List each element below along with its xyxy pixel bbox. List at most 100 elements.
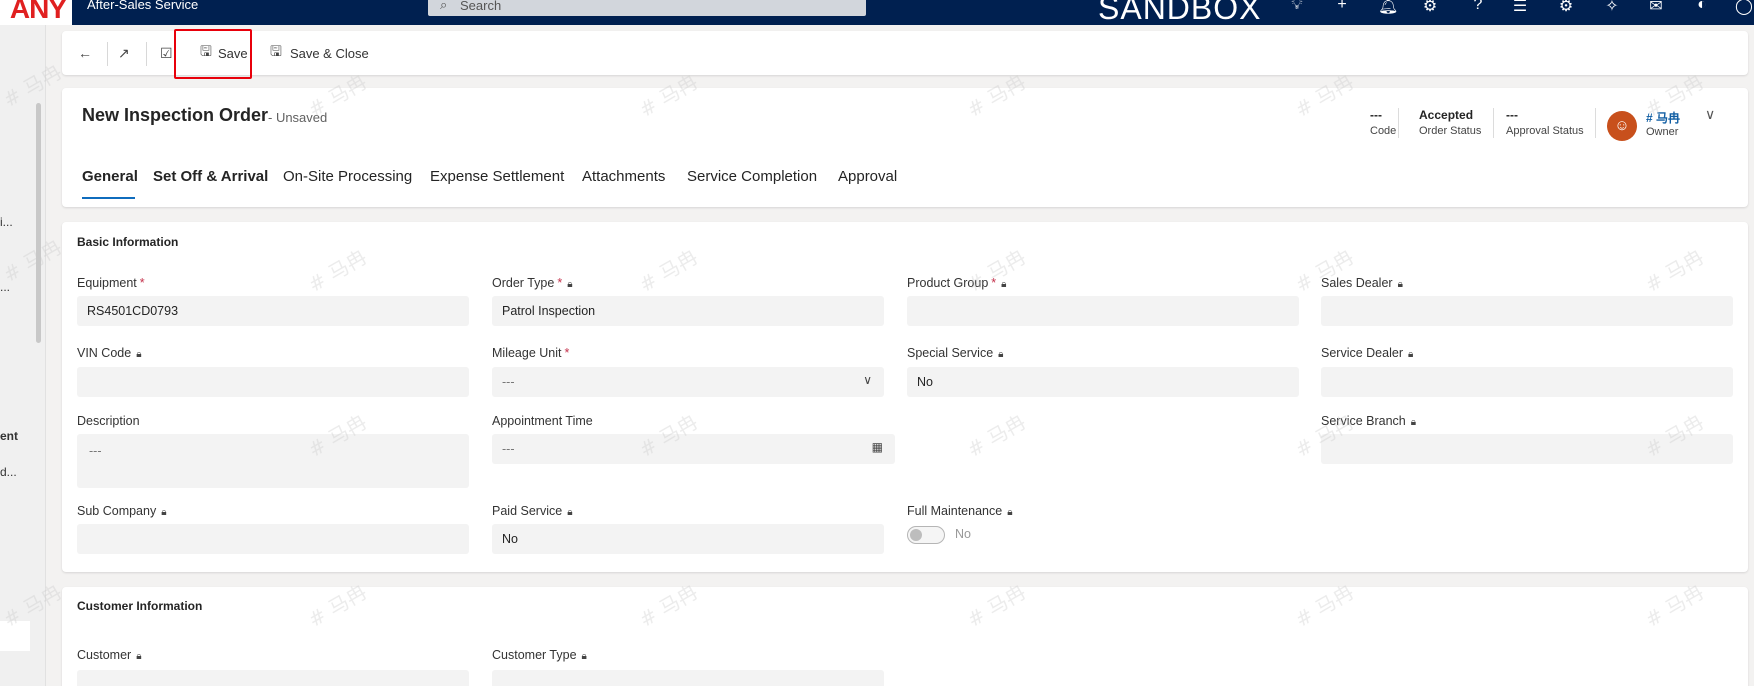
page-title: New Inspection Order bbox=[82, 105, 269, 125]
order-type-field[interactable]: Patrol Inspection bbox=[492, 296, 884, 326]
appointment-time-label: Appointment Time bbox=[492, 414, 593, 428]
equipment-field[interactable]: RS4501CD0793 bbox=[77, 296, 469, 326]
vin-code-label: VIN Code 🔒︎ bbox=[77, 346, 142, 360]
divider bbox=[107, 42, 108, 66]
user-icon[interactable]: ◯ bbox=[1734, 0, 1754, 16]
tab-on-site-processing[interactable]: On-Site Processing bbox=[283, 168, 412, 185]
approval-status-value: --- bbox=[1506, 108, 1518, 122]
plus-icon[interactable]: + bbox=[1332, 0, 1352, 14]
approval-status-label: Approval Status bbox=[1506, 125, 1584, 137]
owner-label: Owner bbox=[1646, 126, 1679, 138]
form-icon: ☑ bbox=[160, 44, 173, 61]
left-nav-item[interactable]: ent bbox=[0, 429, 18, 443]
divider bbox=[1493, 108, 1494, 138]
basic-information-section: Basic Information Equipment * RS4501CD079… bbox=[62, 222, 1748, 572]
puzzle-icon[interactable]: ✧ bbox=[1602, 0, 1622, 16]
chat-icon[interactable]: ✉ bbox=[1646, 0, 1666, 16]
lock-icon: 🔒︎ bbox=[1001, 279, 1007, 290]
service-dealer-field[interactable] bbox=[1321, 367, 1733, 397]
top-navigation-bar: ANY After-Sales Service ⌕ Search SANDBOX… bbox=[0, 0, 1754, 26]
tab-set-off-arrival[interactable]: Set Off & Arrival bbox=[153, 168, 268, 185]
divider bbox=[146, 42, 147, 66]
vin-code-field[interactable] bbox=[77, 367, 469, 397]
record-header: New Inspection Order - Unsaved --- Code … bbox=[62, 88, 1748, 207]
save-button[interactable]: 🖫︎ Save bbox=[200, 31, 248, 75]
full-maintenance-value: No bbox=[955, 527, 971, 541]
lock-icon: 🔒︎ bbox=[161, 507, 167, 518]
tab-attachments[interactable]: Attachments bbox=[582, 168, 665, 185]
product-group-field[interactable] bbox=[907, 296, 1299, 326]
left-navigation: i... ... ent d... bbox=[0, 25, 46, 686]
open-in-new-window-button[interactable]: ↗ bbox=[118, 31, 130, 75]
lock-icon: 🔒︎ bbox=[1410, 417, 1417, 428]
service-dealer-label: Service Dealer 🔒︎ bbox=[1321, 346, 1414, 360]
mileage-unit-select[interactable]: --- ∨ bbox=[492, 367, 884, 397]
clipboard-icon[interactable]: ☰ bbox=[1510, 0, 1530, 16]
lock-icon: 🔒︎ bbox=[998, 349, 1004, 360]
customer-type-field[interactable] bbox=[492, 670, 884, 686]
paid-service-field[interactable]: No bbox=[492, 524, 884, 554]
divider bbox=[1595, 108, 1596, 138]
header-order-status-field: Accepted Order Status bbox=[1419, 108, 1481, 137]
back-button[interactable]: ← bbox=[78, 31, 92, 75]
sub-company-field[interactable] bbox=[77, 524, 469, 554]
active-tab-indicator bbox=[82, 197, 135, 199]
open-window-icon: ↗ bbox=[118, 44, 130, 61]
header-approval-status-field: --- Approval Status bbox=[1506, 108, 1584, 137]
lock-icon: 🔒︎ bbox=[1397, 279, 1403, 290]
app-title[interactable]: After-Sales Service bbox=[87, 0, 198, 12]
full-maintenance-toggle[interactable] bbox=[907, 526, 945, 544]
sales-dealer-field[interactable] bbox=[1321, 296, 1733, 326]
equipment-label: Equipment * bbox=[77, 276, 145, 290]
global-search-input[interactable]: ⌕ Search bbox=[428, 0, 866, 16]
customer-field[interactable] bbox=[77, 670, 469, 686]
left-nav-item[interactable]: i... bbox=[0, 215, 13, 229]
settings-icon[interactable]: ⚙ bbox=[1420, 0, 1440, 16]
order-status-value: Accepted bbox=[1419, 108, 1474, 122]
code-value: --- bbox=[1370, 108, 1382, 122]
lock-icon: 🔒︎ bbox=[1407, 349, 1414, 360]
left-nav-scrollbar[interactable] bbox=[36, 103, 41, 343]
tab-general[interactable]: General bbox=[82, 168, 138, 185]
search-placeholder: Search bbox=[460, 0, 502, 13]
sub-company-label: Sub Company 🔒︎ bbox=[77, 504, 167, 518]
full-maintenance-label: Full Maintenance 🔒︎ bbox=[907, 504, 1013, 518]
unsaved-indicator: - Unsaved bbox=[268, 110, 328, 125]
save-close-icon: 🖫︎ bbox=[270, 43, 282, 59]
header-code-field: --- Code bbox=[1370, 108, 1396, 137]
service-branch-field[interactable] bbox=[1321, 434, 1733, 464]
form-icon-button[interactable]: ☑ bbox=[160, 31, 173, 75]
appointment-time-field[interactable]: --- ▦ bbox=[492, 434, 895, 464]
owner-name-link[interactable]: # 马冉 bbox=[1646, 109, 1680, 126]
gear-icon[interactable]: ⚙ bbox=[1556, 0, 1576, 16]
lightbulb-icon[interactable]: 💡︎ bbox=[1287, 0, 1307, 14]
owner-avatar[interactable]: ☺ bbox=[1607, 111, 1637, 141]
section-title: Customer Information bbox=[77, 599, 203, 613]
chevron-down-icon[interactable]: ∨ bbox=[1705, 106, 1715, 123]
lock-icon: 🔒︎ bbox=[581, 651, 587, 662]
teams-icon[interactable]: ◐ bbox=[1692, 0, 1712, 14]
description-label: Description bbox=[77, 414, 140, 428]
sales-dealer-label: Sales Dealer 🔒︎ bbox=[1321, 276, 1403, 290]
code-label: Code bbox=[1370, 125, 1397, 137]
arrow-left-icon: ← bbox=[78, 45, 92, 61]
command-bar: ← ↗ ☑ 🖫︎ Save 🖫︎ Save & Close bbox=[62, 31, 1748, 75]
description-field[interactable]: --- bbox=[77, 434, 469, 488]
lock-icon: 🔒︎ bbox=[1007, 507, 1013, 518]
lock-icon: 🔒︎ bbox=[136, 349, 142, 360]
tab-service-completion[interactable]: Service Completion bbox=[687, 168, 817, 185]
special-service-field[interactable]: No bbox=[907, 367, 1299, 397]
help-icon[interactable]: ? bbox=[1468, 0, 1488, 14]
save-label: Save bbox=[217, 45, 248, 61]
divider bbox=[1398, 108, 1399, 138]
left-nav-item[interactable]: d... bbox=[0, 465, 17, 479]
notification-icon[interactable]: 🔔︎ bbox=[1378, 0, 1398, 16]
left-nav-tile[interactable] bbox=[0, 621, 30, 651]
left-nav-item[interactable]: ... bbox=[0, 280, 10, 294]
tab-expense-settlement[interactable]: Expense Settlement bbox=[430, 168, 564, 185]
customer-label: Customer 🔒︎ bbox=[77, 648, 142, 662]
save-and-close-button[interactable]: 🖫︎ Save & Close bbox=[270, 31, 369, 75]
tab-approval[interactable]: Approval bbox=[838, 168, 897, 185]
order-status-label: Order Status bbox=[1419, 125, 1482, 137]
lock-icon: 🔒︎ bbox=[567, 507, 573, 518]
